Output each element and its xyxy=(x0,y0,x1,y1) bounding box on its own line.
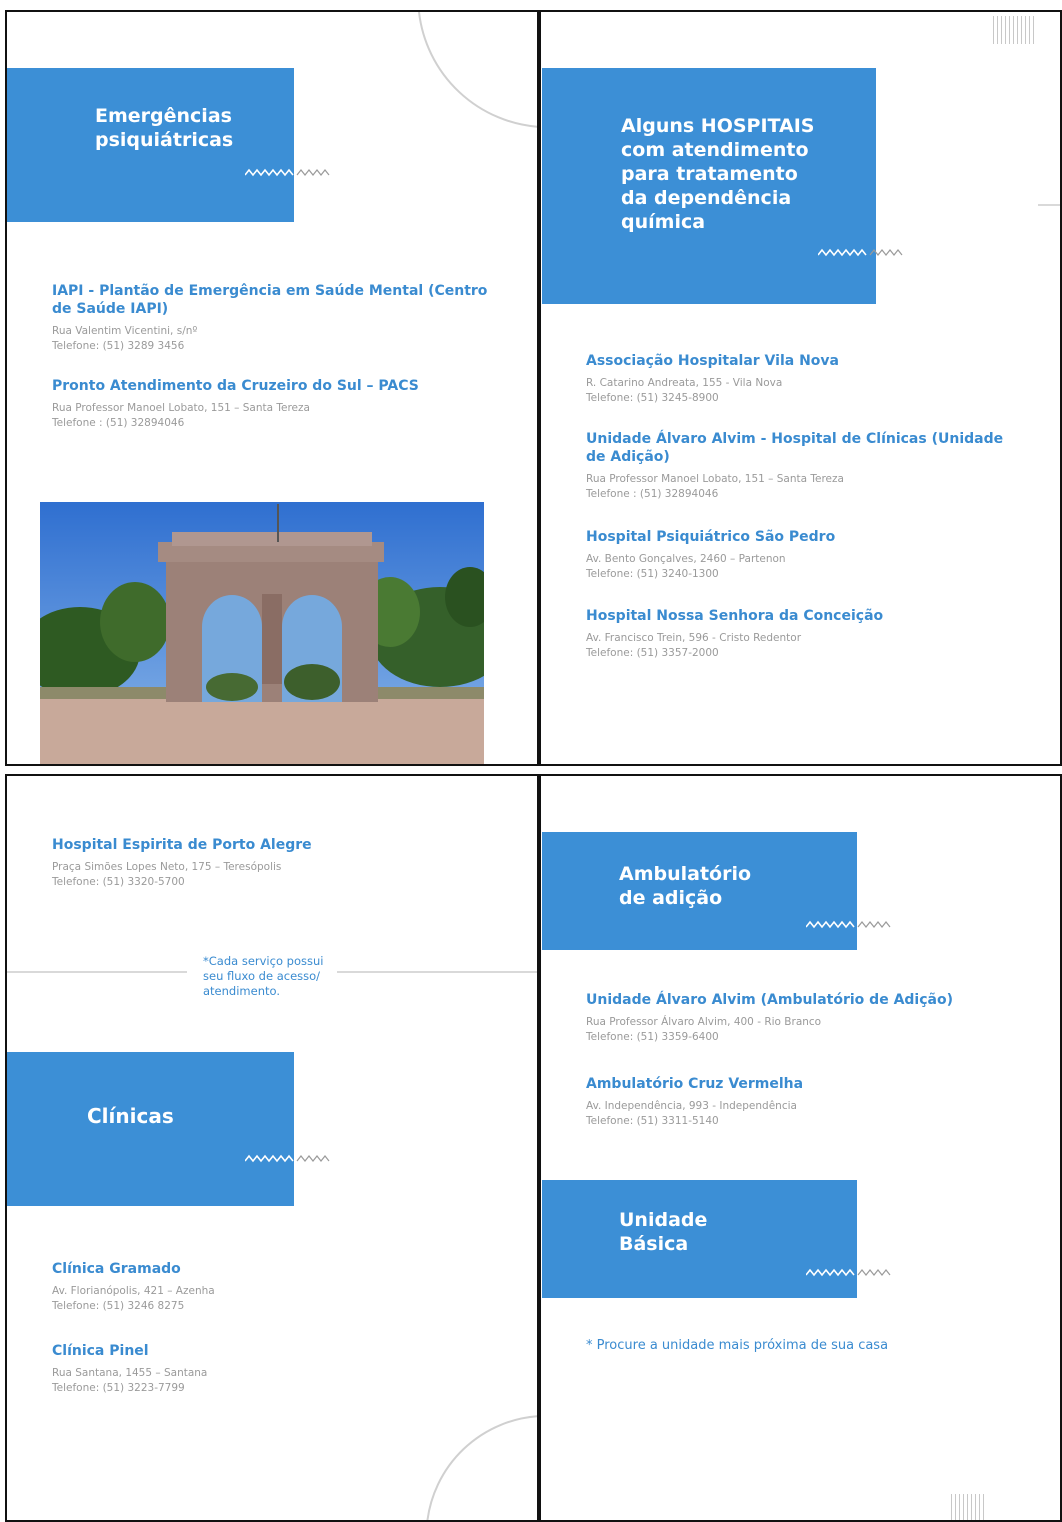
facility-phone: Telefone : (51) 32894046 xyxy=(586,488,719,500)
facility-name: Unidade Álvaro Alvim - Hospital de Clíni… xyxy=(586,431,1004,465)
facility-name: Pronto Atendimento da Cruzeiro do Sul – … xyxy=(52,378,419,394)
facility-name: Hospital Nossa Senhora da Conceição xyxy=(586,608,884,624)
facility-name: Associação Hospitalar Vila Nova xyxy=(586,353,839,369)
facility-address: Rua Professor Manoel Lobato, 151 – Santa… xyxy=(586,473,844,485)
section-title: Emergências psiquiátricas xyxy=(95,105,234,151)
list-item: Clínica Gramado Av. Florianópolis, 421 –… xyxy=(52,1260,492,1314)
wave-icon xyxy=(806,920,891,929)
wave-icon xyxy=(818,248,903,257)
facility-phone: Telefone: (51) 3240-1300 xyxy=(586,568,719,580)
barcode-decoration xyxy=(951,1494,984,1520)
facility-name: Ambulatório Cruz Vermelha xyxy=(586,1076,804,1092)
nearest-unit-note: * Procure a unidade mais próxima de sua … xyxy=(586,1338,889,1353)
panel-emergencias: Emergências psiquiátricas IAPI - Plantão… xyxy=(5,10,539,766)
divider xyxy=(7,971,187,973)
facility-phone: Telefone: (51) 3359-6400 xyxy=(586,1031,719,1043)
facility-name: IAPI - Plantão de Emergência em Saúde Me… xyxy=(52,283,488,317)
list-item: Pronto Atendimento da Cruzeiro do Sul – … xyxy=(52,377,492,431)
decorative-arc xyxy=(426,1415,537,1520)
list-item: IAPI - Plantão de Emergência em Saúde Me… xyxy=(52,282,492,354)
list-item: Associação Hospitalar Vila Nova R. Catar… xyxy=(586,352,1016,406)
list-item: Hospital Psiquiátrico São Pedro Av. Bent… xyxy=(586,528,1016,582)
facility-phone: Telefone: (51) 3311-5140 xyxy=(586,1115,719,1127)
facility-address: Rua Santana, 1455 – Santana xyxy=(52,1367,208,1379)
panel-ambulatorio: Ambulatório de adição Unidade Álvaro Alv… xyxy=(539,774,1062,1522)
section-box-emergencias: Emergências psiquiátricas xyxy=(7,68,330,222)
facility-phone: Telefone : (51) 32894046 xyxy=(52,417,185,429)
decorative-arc xyxy=(418,12,537,128)
divider xyxy=(1038,204,1060,206)
list-item: Hospital Espirita de Porto Alegre Praça … xyxy=(52,836,492,890)
list-item: Clínica Pinel Rua Santana, 1455 – Santan… xyxy=(52,1342,492,1396)
list-item: Hospital Nossa Senhora da Conceição Av. … xyxy=(586,607,1016,661)
facility-phone: Telefone: (51) 3357-2000 xyxy=(586,647,719,659)
wave-icon xyxy=(245,1154,330,1163)
wave-icon xyxy=(806,1268,891,1277)
section-title: Ambulatório de adição xyxy=(619,863,752,909)
access-note: *Cada serviço possui seu fluxo de acesso… xyxy=(203,954,324,998)
facility-name: Clínica Pinel xyxy=(52,1343,149,1359)
facility-phone: Telefone: (51) 3245-8900 xyxy=(586,392,719,404)
facility-address: Av. Bento Gonçalves, 2460 – Partenon xyxy=(586,553,786,565)
facility-address: Av. Francisco Trein, 596 - Cristo Redent… xyxy=(586,632,802,644)
facility-address: Rua Valentim Vicentini, s/nº xyxy=(52,325,198,337)
facility-address: Rua Professor Álvaro Alvim, 400 - Rio Br… xyxy=(586,1016,822,1028)
section-title: Unidade Básica xyxy=(619,1209,708,1255)
list-item: Unidade Álvaro Alvim - Hospital de Clíni… xyxy=(586,430,1016,502)
list-item: Ambulatório Cruz Vermelha Av. Independên… xyxy=(586,1075,1016,1129)
wave-icon xyxy=(245,168,330,177)
facility-phone: Telefone: (51) 3289 3456 xyxy=(52,340,185,352)
monument-photo xyxy=(40,502,484,764)
divider xyxy=(337,971,537,973)
barcode-decoration xyxy=(993,16,1034,44)
section-title: Clínicas xyxy=(87,1104,174,1128)
section-box-unidade-basica: Unidade Básica xyxy=(542,1180,891,1298)
list-item: Unidade Álvaro Alvim (Ambulatório de Adi… xyxy=(586,991,1016,1045)
facility-address: Av. Independência, 993 - Independência xyxy=(586,1100,797,1112)
facility-name: Hospital Psiquiátrico São Pedro xyxy=(586,529,836,545)
panel-clinicas: Hospital Espirita de Porto Alegre Praça … xyxy=(5,774,539,1522)
facility-phone: Telefone: (51) 3223-7799 xyxy=(52,1382,185,1394)
facility-name: Hospital Espirita de Porto Alegre xyxy=(52,837,312,853)
facility-address: Rua Professor Manoel Lobato, 151 – Santa… xyxy=(52,402,310,414)
panel-hospitais: Alguns HOSPITAIS com atendimento para tr… xyxy=(539,10,1062,766)
facility-address: R. Catarino Andreata, 155 - Vila Nova xyxy=(586,377,783,389)
section-title: Alguns HOSPITAIS com atendimento para tr… xyxy=(621,115,815,233)
section-box-hospitais: Alguns HOSPITAIS com atendimento para tr… xyxy=(542,68,903,304)
facility-name: Clínica Gramado xyxy=(52,1261,181,1277)
section-box-clinicas: Clínicas xyxy=(7,1052,330,1206)
facility-phone: Telefone: (51) 3320-5700 xyxy=(52,876,185,888)
facility-address: Av. Florianópolis, 421 – Azenha xyxy=(52,1285,215,1297)
section-box-ambulatorio: Ambulatório de adição xyxy=(542,832,891,950)
facility-name: Unidade Álvaro Alvim (Ambulatório de Adi… xyxy=(586,992,953,1008)
facility-address: Praça Simões Lopes Neto, 175 – Teresópol… xyxy=(52,861,282,873)
facility-phone: Telefone: (51) 3246 8275 xyxy=(52,1300,185,1312)
